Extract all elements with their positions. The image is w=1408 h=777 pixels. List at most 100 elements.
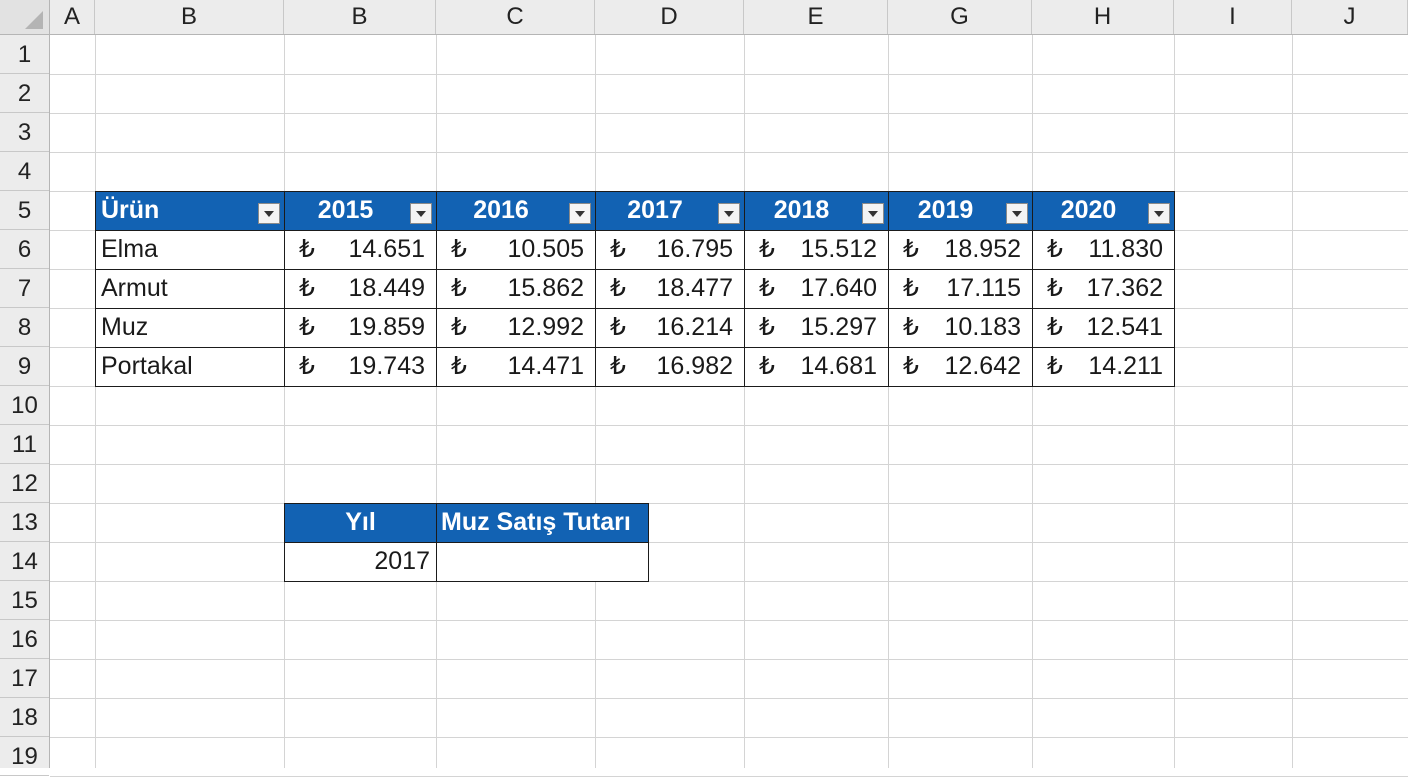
select-all-triangle-icon <box>25 11 43 29</box>
row-header-10[interactable]: 10 <box>0 386 49 425</box>
column-header-c[interactable]: C <box>436 0 595 34</box>
table-cell-value[interactable]: ₺ 12.541 <box>1032 308 1175 348</box>
currency-symbol: ₺ <box>903 352 919 380</box>
table-cell-value[interactable]: ₺ 19.743 <box>284 347 437 387</box>
table-cell-value[interactable]: ₺ 16.982 <box>595 347 745 387</box>
cell-value: 19.859 <box>348 313 425 341</box>
table-cell-value[interactable]: ₺ 14.471 <box>436 347 596 387</box>
lookup-header-result[interactable]: Muz Satış Tutarı <box>436 503 649 543</box>
gridline-horizontal <box>50 464 1408 465</box>
row-header-12[interactable]: 12 <box>0 464 49 503</box>
filter-dropdown-icon[interactable] <box>258 203 280 224</box>
column-header-h[interactable]: H <box>1032 0 1174 34</box>
row-header-11[interactable]: 11 <box>0 425 49 464</box>
row-header-19[interactable]: 19 <box>0 737 49 776</box>
table-cell-product[interactable]: Elma <box>95 230 285 270</box>
row-header-7[interactable]: 7 <box>0 269 49 308</box>
table-header-label: 2020 <box>1060 196 1117 224</box>
row-header-2[interactable]: 2 <box>0 74 49 113</box>
cell-value: 10.183 <box>944 313 1021 341</box>
filter-dropdown-icon[interactable] <box>718 203 740 224</box>
currency-symbol: ₺ <box>299 352 315 380</box>
table-header-year-2016[interactable]: 2016 <box>436 191 596 231</box>
row-header-8[interactable]: 8 <box>0 308 49 347</box>
table-cell-value[interactable]: ₺ 19.859 <box>284 308 437 348</box>
table-header-year-2015[interactable]: 2015 <box>284 191 437 231</box>
table-header-product[interactable]: Ürün <box>95 191 285 231</box>
select-all-button[interactable] <box>0 0 50 34</box>
row-header-4[interactable]: 4 <box>0 152 49 191</box>
table-cell-value[interactable]: ₺ 18.952 <box>888 230 1033 270</box>
table-cell-value[interactable]: ₺ 17.640 <box>744 269 889 309</box>
table-cell-value[interactable]: ₺ 15.512 <box>744 230 889 270</box>
column-header-j[interactable]: J <box>1292 0 1408 34</box>
filter-dropdown-icon[interactable] <box>862 203 884 224</box>
product-name: Portakal <box>101 352 193 380</box>
table-cell-value[interactable]: ₺ 14.211 <box>1032 347 1175 387</box>
table-cell-value[interactable]: ₺ 10.183 <box>888 308 1033 348</box>
table-cell-product[interactable]: Armut <box>95 269 285 309</box>
table-cell-value[interactable]: ₺ 12.992 <box>436 308 596 348</box>
row-header-15[interactable]: 15 <box>0 581 49 620</box>
table-cell-value[interactable]: ₺ 17.362 <box>1032 269 1175 309</box>
column-header-b[interactable]: B <box>95 0 284 34</box>
cell-value: 14.651 <box>348 235 425 263</box>
table-cell-product[interactable]: Muz <box>95 308 285 348</box>
row-header-14[interactable]: 14 <box>0 542 49 581</box>
table-cell-value[interactable]: ₺ 18.449 <box>284 269 437 309</box>
currency-symbol: ₺ <box>759 274 775 302</box>
row-header-5[interactable]: 5 <box>0 191 49 230</box>
table-cell-value[interactable]: ₺ 15.297 <box>744 308 889 348</box>
lookup-header-year[interactable]: Yıl <box>284 503 437 543</box>
table-cell-value[interactable]: ₺ 16.214 <box>595 308 745 348</box>
lookup-year-input[interactable]: 2017 <box>284 542 437 582</box>
row-header-13[interactable]: 13 <box>0 503 49 542</box>
cell-value: 17.362 <box>1086 274 1163 302</box>
table-cell-value[interactable]: ₺ 11.830 <box>1032 230 1175 270</box>
filter-dropdown-icon[interactable] <box>1148 203 1170 224</box>
column-header-e[interactable]: E <box>744 0 888 34</box>
cell-value: 17.640 <box>800 274 877 302</box>
table-cell-value[interactable]: ₺ 14.681 <box>744 347 889 387</box>
currency-symbol: ₺ <box>1047 274 1063 302</box>
currency-symbol: ₺ <box>759 235 775 263</box>
column-header-i[interactable]: I <box>1174 0 1292 34</box>
row-header-1[interactable]: 1 <box>0 35 49 74</box>
table-cell-value[interactable]: ₺ 14.651 <box>284 230 437 270</box>
gridline-horizontal <box>50 620 1408 621</box>
currency-symbol: ₺ <box>1047 352 1063 380</box>
currency-symbol: ₺ <box>903 313 919 341</box>
product-name: Muz <box>101 313 149 341</box>
row-header-9[interactable]: 9 <box>0 347 49 386</box>
column-header-d[interactable]: D <box>595 0 744 34</box>
filter-dropdown-icon[interactable] <box>1006 203 1028 224</box>
table-cell-value[interactable]: ₺ 17.115 <box>888 269 1033 309</box>
table-cell-value[interactable]: ₺ 18.477 <box>595 269 745 309</box>
cell-value: 16.982 <box>656 352 733 380</box>
column-header-a[interactable]: A <box>50 0 95 34</box>
row-header-6[interactable]: 6 <box>0 230 49 269</box>
row-header-17[interactable]: 17 <box>0 659 49 698</box>
table-cell-value[interactable]: ₺ 15.862 <box>436 269 596 309</box>
gridline-horizontal <box>50 74 1408 75</box>
table-header-year-2020[interactable]: 2020 <box>1032 191 1175 231</box>
table-header-year-2018[interactable]: 2018 <box>744 191 889 231</box>
table-cell-value[interactable]: ₺ 12.642 <box>888 347 1033 387</box>
row-header-3[interactable]: 3 <box>0 113 49 152</box>
row-header-bar: 1 2 3 4 5 6 7 8 9 10 11 12 13 14 15 16 17 18 19 <box>0 35 50 776</box>
currency-symbol: ₺ <box>1047 313 1063 341</box>
filter-dropdown-icon[interactable] <box>410 203 432 224</box>
filter-dropdown-icon[interactable] <box>569 203 591 224</box>
row-header-16[interactable]: 16 <box>0 620 49 659</box>
cell-value: 16.795 <box>656 235 733 263</box>
column-header-b[interactable]: B <box>284 0 436 34</box>
table-header-year-2017[interactable]: 2017 <box>595 191 745 231</box>
cell-value: 17.115 <box>946 274 1021 302</box>
table-header-year-2019[interactable]: 2019 <box>888 191 1033 231</box>
table-cell-value[interactable]: ₺ 16.795 <box>595 230 745 270</box>
column-header-g[interactable]: G <box>888 0 1032 34</box>
row-header-18[interactable]: 18 <box>0 698 49 737</box>
lookup-result-cell[interactable] <box>436 542 649 582</box>
table-cell-product[interactable]: Portakal <box>95 347 285 387</box>
table-cell-value[interactable]: ₺ 10.505 <box>436 230 596 270</box>
